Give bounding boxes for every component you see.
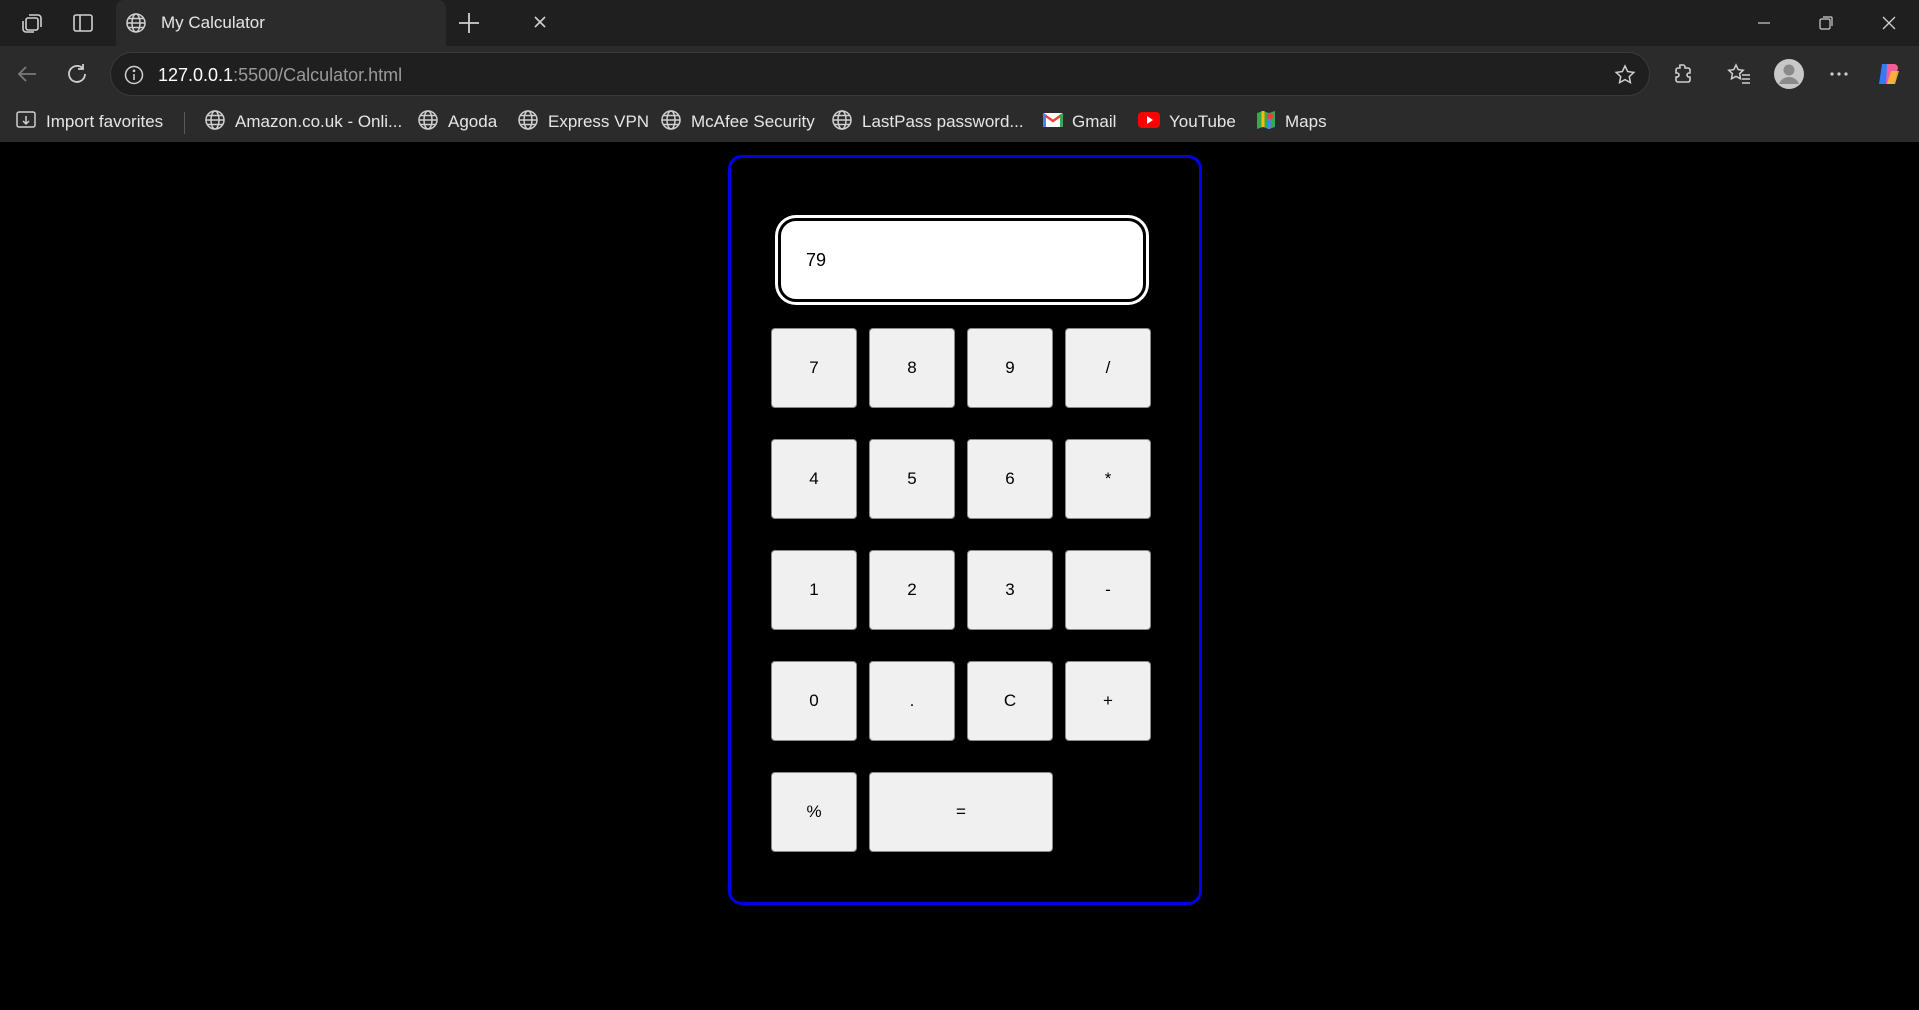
bookmark-import-favorites[interactable]: Import favorites [14,110,163,134]
bookmark-label: Import favorites [46,112,164,131]
page-viewport: 79 7 8 9 / 4 5 6 * 1 2 3 - 0 . C + % = [6,142,1916,1010]
url-path: :5500/Calculator.html [233,65,403,85]
key-clear[interactable]: C [967,661,1053,741]
bookmark-amazon[interactable]: Amazon.co.uk - Onli... [203,108,403,137]
favorite-star-icon[interactable] [1613,63,1637,92]
close-tab-icon[interactable] [528,10,552,39]
more-options-icon[interactable] [1822,58,1856,90]
bookmarks-divider [184,112,185,134]
globe-icon [124,11,148,40]
bookmark-label: Gmail [1072,112,1117,131]
bookmark-label: McAfee Security [691,112,815,131]
key-percent[interactable]: % [771,772,857,852]
browser-toolbar: 127.0.0.1:5500/Calculator.html [0,46,1919,102]
bookmark-gmail[interactable]: Gmail [1042,110,1116,134]
bookmark-label: Express VPN [548,112,650,131]
bookmark-maps[interactable]: Maps [1255,110,1327,134]
tab-title: My Calculator [161,13,265,32]
globe-icon [416,108,440,137]
new-tab-icon[interactable] [454,8,484,43]
key-2[interactable]: 2 [869,550,955,630]
bookmark-mcafee[interactable]: McAfee Security [659,108,815,137]
key-decimal[interactable]: . [869,661,955,741]
site-info-icon[interactable] [123,64,145,91]
key-add[interactable]: + [1065,661,1151,741]
key-1[interactable]: 1 [771,550,857,630]
workspaces-icon[interactable] [17,9,47,37]
bookmark-agoda[interactable]: Agoda [416,108,498,137]
back-icon[interactable] [10,58,44,90]
key-5[interactable]: 5 [869,439,955,519]
globe-icon [830,108,854,137]
calculator-display[interactable]: 79 [778,218,1146,302]
address-bar[interactable]: 127.0.0.1:5500/Calculator.html [110,52,1650,96]
import-icon [14,108,38,137]
restore-icon[interactable] [1806,8,1846,38]
youtube-icon [1137,111,1161,134]
gmail-icon [1042,111,1064,134]
globe-icon [659,108,683,137]
refresh-icon[interactable] [60,58,94,90]
globe-icon [203,108,227,137]
maps-icon [1255,109,1277,136]
key-0[interactable]: 0 [771,661,857,741]
url-host: 127.0.0.1 [158,65,234,85]
profile-avatar-icon[interactable] [1772,58,1806,90]
favorites-icon[interactable] [1722,58,1756,90]
bookmarks-bar: Import favorites Amazon.co.uk - Onli... … [0,102,1919,142]
key-7[interactable]: 7 [771,328,857,408]
bookmark-label: Maps [1285,112,1327,131]
extensions-icon[interactable] [1666,58,1700,90]
key-9[interactable]: 9 [967,328,1053,408]
tab-my-calculator[interactable]: My Calculator [116,0,546,46]
browser-tab-bar: My Calculator [0,0,1919,46]
vertical-tabs-icon[interactable] [68,9,98,37]
key-divide[interactable]: / [1065,328,1151,408]
key-multiply[interactable]: * [1065,439,1151,519]
url-text[interactable]: 127.0.0.1:5500/Calculator.html [158,65,402,86]
close-window-icon[interactable] [1869,8,1909,38]
bookmark-youtube[interactable]: YouTube [1137,110,1236,134]
minimize-icon[interactable] [1744,8,1784,38]
key-4[interactable]: 4 [771,439,857,519]
bookmark-label: Agoda [448,112,498,131]
calculator: 79 7 8 9 / 4 5 6 * 1 2 3 - 0 . C + % = [728,155,1202,905]
key-6[interactable]: 6 [967,439,1053,519]
key-8[interactable]: 8 [869,328,955,408]
bookmark-express-vpn[interactable]: Express VPN [516,108,650,137]
key-subtract[interactable]: - [1065,550,1151,630]
bookmark-label: LastPass password... [862,112,1024,131]
bookmark-label: YouTube [1169,112,1236,131]
key-3[interactable]: 3 [967,550,1053,630]
copilot-icon[interactable] [1872,58,1906,90]
bookmark-lastpass[interactable]: LastPass password... [830,108,1024,137]
globe-icon [516,108,540,137]
key-equals[interactable]: = [869,772,1053,852]
bookmark-label: Amazon.co.uk - Onli... [235,112,403,131]
